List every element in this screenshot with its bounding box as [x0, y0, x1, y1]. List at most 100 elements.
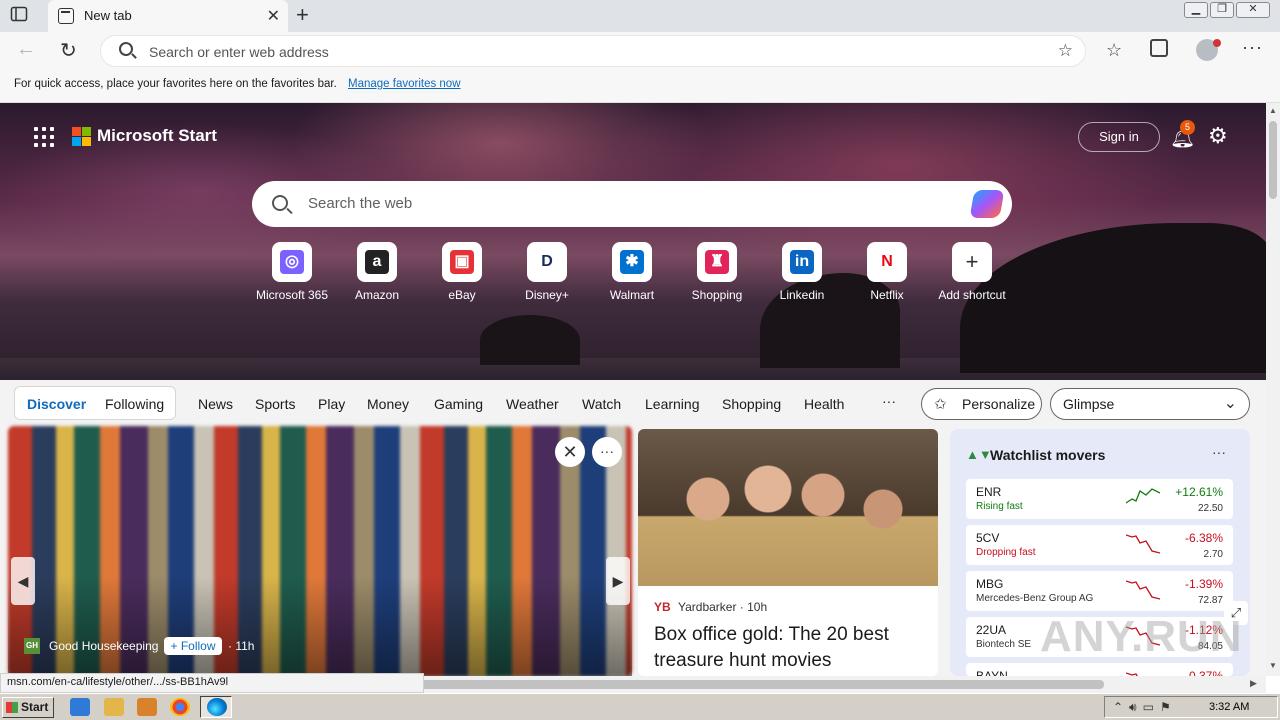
close-icon[interactable]: ✕ — [555, 437, 585, 467]
add-favorite-icon[interactable]: ☆ — [1058, 41, 1073, 61]
article-card[interactable]: YB Yardbarker · 10h Box office gold: The… — [638, 429, 938, 676]
media-player-icon[interactable] — [137, 698, 157, 716]
vertical-scrollbar[interactable]: ▲ ▼ — [1266, 103, 1280, 676]
edge-taskbar-button[interactable] — [200, 696, 232, 718]
shortcut-tile[interactable]: D — [527, 242, 567, 282]
folder-icon[interactable] — [104, 698, 124, 716]
sign-in-button[interactable]: Sign in — [1078, 122, 1160, 152]
copilot-icon[interactable] — [969, 190, 1005, 218]
tab-actions-icon[interactable] — [10, 6, 38, 26]
stock-change: -1.39% — [1184, 577, 1223, 591]
scroll-right-icon[interactable]: ▶ — [1250, 678, 1257, 689]
minimize-button[interactable]: ▁ — [1184, 2, 1208, 18]
scroll-up-icon[interactable]: ▲ — [1269, 106, 1277, 115]
shortcut-shopping[interactable]: ♜ Shopping — [672, 242, 762, 302]
watchlist-row[interactable]: ENR Rising fast +12.61% 22.50 — [966, 479, 1233, 519]
nav-item-money[interactable]: Money — [367, 396, 409, 412]
shortcut-tile[interactable]: ♜ — [697, 242, 737, 282]
shortcut-ebay[interactable]: ▣ eBay — [417, 242, 507, 302]
nav-item-gaming[interactable]: Gaming — [434, 396, 483, 412]
collections-icon[interactable] — [1150, 39, 1168, 57]
nav-more-icon[interactable]: ··· — [882, 393, 896, 409]
tab-new-tab[interactable]: New tab ✕ — [48, 0, 288, 32]
status-bar-url: msn.com/en-ca/lifestyle/other/.../ss-BB1… — [0, 673, 424, 693]
scroll-thumb[interactable] — [1269, 121, 1277, 199]
follow-button[interactable]: + Follow — [164, 637, 222, 655]
scroll-down-icon[interactable]: ▼ — [1269, 661, 1277, 670]
personalize-label: Personalize — [962, 396, 1036, 412]
source-logo: YB — [654, 600, 671, 614]
shortcut-netflix[interactable]: N Netflix — [842, 242, 932, 302]
carousel-prev-button[interactable]: ◀ — [11, 557, 35, 605]
shortcut-disney-[interactable]: D Disney+ — [502, 242, 592, 302]
watchlist-more-icon[interactable]: ··· — [1212, 444, 1226, 460]
tab-following[interactable]: Following — [105, 396, 164, 412]
shortcut-label: Netflix — [870, 288, 904, 302]
chrome-icon[interactable] — [170, 698, 190, 716]
close-tab-icon[interactable]: ✕ — [267, 6, 280, 26]
manage-favorites-link[interactable]: Manage favorites now — [348, 78, 461, 90]
address-placeholder: Search or enter web address — [149, 44, 329, 60]
tray-icons[interactable]: ⌃🔊︎▭⚑ — [1113, 700, 1177, 715]
app-launcher-icon[interactable] — [34, 127, 54, 147]
brand-title: Microsoft Start — [97, 126, 217, 145]
sparkline-chart — [1126, 672, 1138, 676]
watchlist-row[interactable]: MBG Mercedes-Benz Group AG -1.39% 72.87 — [966, 571, 1233, 611]
shortcut-tile[interactable]: + — [952, 242, 992, 282]
nav-item-play[interactable]: Play — [318, 396, 345, 412]
tab-discover[interactable]: Discover — [27, 396, 86, 412]
shortcut-add-shortcut[interactable]: + Add shortcut — [927, 242, 1017, 302]
shortcut-microsoft-365[interactable]: ◎ Microsoft 365 — [247, 242, 337, 302]
shortcut-linkedin[interactable]: in Linkedin — [757, 242, 847, 302]
refresh-button[interactable]: ↻ — [60, 38, 77, 63]
shortcut-tile[interactable]: N — [867, 242, 907, 282]
watchlist-row[interactable]: 5CV Dropping fast -6.38% 2.70 — [966, 525, 1233, 565]
gear-icon[interactable]: ⚙ — [1208, 123, 1228, 149]
internet-explorer-icon[interactable] — [70, 698, 90, 716]
shortcut-tile[interactable]: ✱ — [612, 242, 652, 282]
nav-item-shopping[interactable]: Shopping — [722, 396, 781, 412]
nav-item-sports[interactable]: Sports — [255, 396, 295, 412]
shortcut-tile[interactable]: ◎ — [272, 242, 312, 282]
feed-toggle: Discover Following — [14, 386, 176, 420]
tab-strip: New tab ✕ + ▁ ❐ ✕ — [0, 0, 1280, 32]
favorites-icon[interactable]: ☆ — [1106, 40, 1122, 61]
address-bar[interactable]: Search or enter web address ☆ — [100, 35, 1086, 67]
shortcut-label: Add shortcut — [938, 288, 1006, 302]
card-source[interactable]: Good Housekeeping — [49, 639, 158, 653]
nav-item-learning[interactable]: Learning — [645, 396, 700, 412]
shortcut-icon: ♜ — [705, 250, 729, 274]
windows-flag-icon — [6, 702, 18, 713]
personalize-button[interactable]: ✩ Personalize — [921, 388, 1042, 420]
settings-more-icon[interactable]: ··· — [1242, 37, 1263, 58]
stock-symbol: 22UA — [976, 623, 1007, 637]
hero-island — [480, 315, 580, 365]
web-search-box[interactable]: Search the web — [252, 181, 1012, 227]
shortcut-amazon[interactable]: a Amazon — [332, 242, 422, 302]
article-title[interactable]: Box office gold: The 20 best treasure hu… — [654, 622, 929, 674]
watchlist-row[interactable]: BAYN -0.37% — [966, 663, 1233, 676]
profile-avatar[interactable] — [1196, 39, 1221, 61]
card-more-icon[interactable]: ··· — [592, 437, 622, 467]
new-tab-button[interactable]: + — [296, 4, 309, 26]
sparkline-chart — [1126, 534, 1160, 554]
watchlist-title[interactable]: Watchlist movers — [990, 447, 1105, 463]
shortcut-tile[interactable]: a — [357, 242, 397, 282]
nav-item-news[interactable]: News — [198, 396, 233, 412]
restore-button[interactable]: ❐ — [1210, 2, 1234, 18]
start-button[interactable]: Start — [2, 697, 54, 718]
shortcut-walmart[interactable]: ✱ Walmart — [587, 242, 677, 302]
stock-symbol: 5CV — [976, 531, 1000, 545]
window-close-button[interactable]: ✕ — [1236, 2, 1270, 18]
layout-select[interactable]: Glimpse ⌄ — [1050, 388, 1250, 420]
nav-item-watch[interactable]: Watch — [582, 396, 621, 412]
system-tray: ⌃🔊︎▭⚑ — [1104, 696, 1278, 718]
nav-item-weather[interactable]: Weather — [506, 396, 559, 412]
shortcut-tile[interactable]: ▣ — [442, 242, 482, 282]
back-button[interactable]: ← — [16, 38, 36, 61]
sparkline-chart — [1126, 580, 1160, 600]
shortcut-tile[interactable]: in — [782, 242, 822, 282]
carousel-next-button[interactable]: ▶ — [606, 557, 630, 605]
browser-toolbar: ← ↻ Search or enter web address ☆ ☆ ··· — [0, 32, 1280, 70]
nav-item-health[interactable]: Health — [804, 396, 844, 412]
